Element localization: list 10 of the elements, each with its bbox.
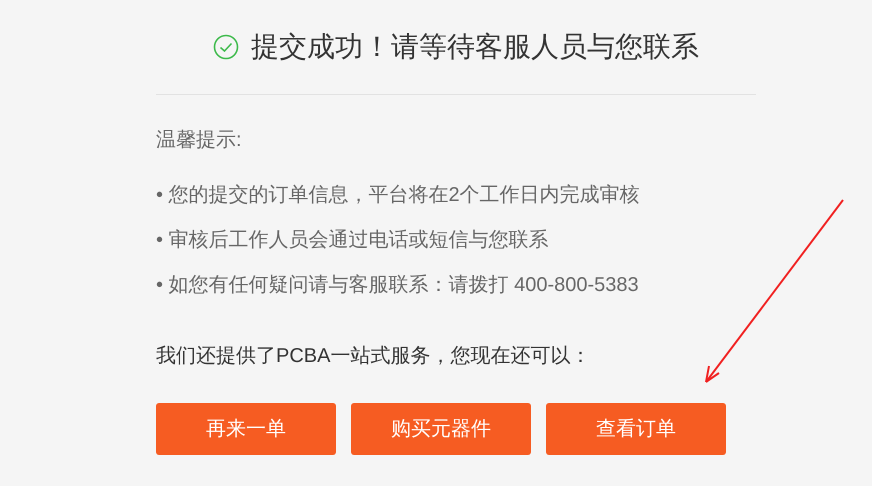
offer-text: 我们还提供了PCBA一站式服务，您现在还可以：	[156, 344, 590, 369]
success-title: 提交成功！请等待客服人员与您联系	[251, 30, 699, 64]
tips-heading: 温馨提示:	[156, 128, 242, 153]
tip-text: • 如您有任何疑问请与客服联系：请拨打 400-800-5383	[156, 273, 639, 298]
success-check-icon	[213, 34, 239, 60]
action-button[interactable]: 再来一单	[156, 403, 336, 455]
action-button[interactable]: 购买元器件	[351, 403, 531, 455]
tip-text: • 审核后工作人员会通过电话或短信与您联系	[156, 228, 549, 253]
tip-text: • 您的提交的订单信息，平台将在2个工作日内完成审核	[156, 183, 640, 208]
action-button[interactable]: 查看订单	[546, 403, 726, 455]
